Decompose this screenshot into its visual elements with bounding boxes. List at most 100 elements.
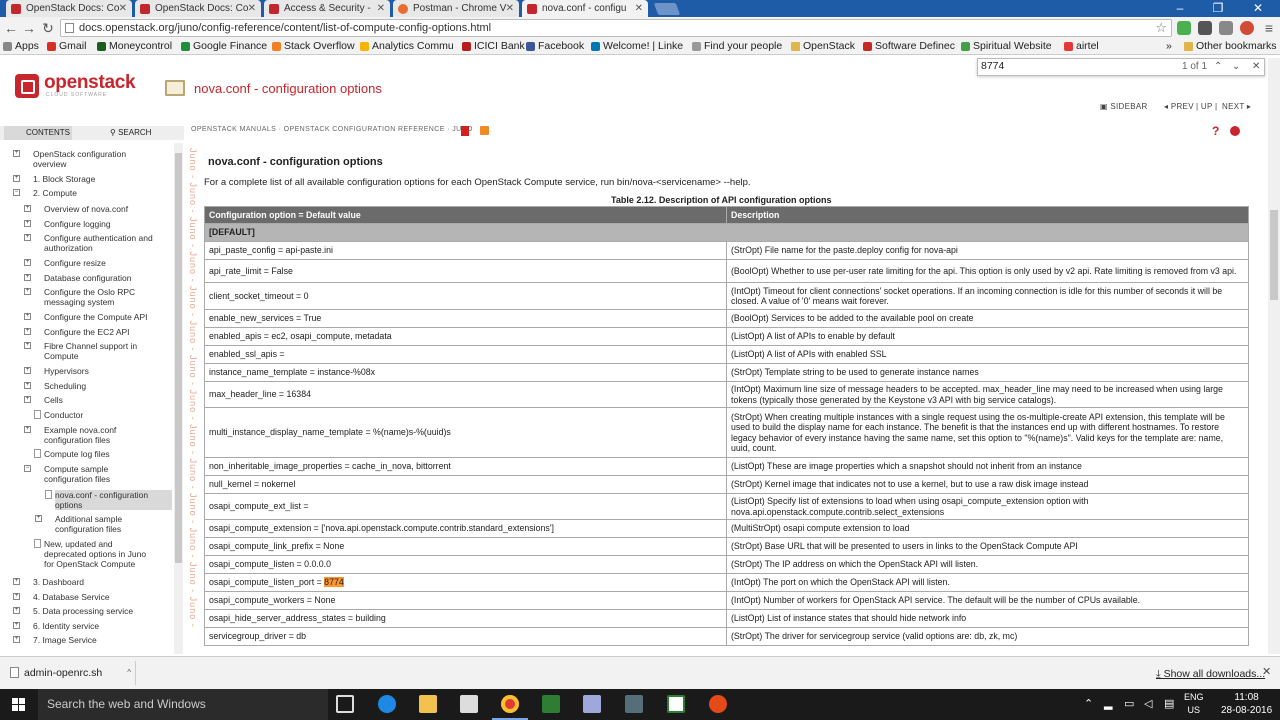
download-item[interactable]: admin-openrc.sh ^ bbox=[6, 661, 136, 685]
sidebar-item[interactable]: + Fibre Channel support in Compute bbox=[24, 341, 172, 361]
find-input[interactable]: 8774 bbox=[981, 60, 1004, 72]
expand-icon[interactable]: + bbox=[24, 234, 31, 241]
sidebar-item[interactable]: − Compute sample configuration files bbox=[24, 464, 172, 484]
browser-tab[interactable]: nova.conf - configu ✕ bbox=[522, 0, 648, 17]
expand-icon[interactable]: + bbox=[24, 313, 31, 320]
bookmark-item[interactable]: OpenStack bbox=[791, 39, 855, 54]
page-scrollbar[interactable] bbox=[1268, 58, 1280, 654]
expand-icon[interactable]: + bbox=[24, 274, 31, 281]
taskbar-search-input[interactable]: Search the web and Windows bbox=[38, 689, 328, 720]
expand-icon[interactable]: + bbox=[13, 593, 20, 600]
network-icon[interactable]: ▂ bbox=[1104, 689, 1112, 720]
reload-button[interactable]: ↻ bbox=[39, 19, 57, 37]
expand-icon[interactable]: + bbox=[24, 426, 31, 433]
extension-icon[interactable] bbox=[1219, 21, 1233, 35]
sidebar-item[interactable]: + Scheduling bbox=[24, 381, 172, 391]
sidebar-item[interactable]: +7. Image Service bbox=[13, 635, 172, 645]
rss-icon[interactable] bbox=[480, 126, 489, 135]
page-scroll-thumb[interactable] bbox=[1270, 210, 1278, 300]
expand-icon[interactable]: + bbox=[13, 607, 20, 614]
menu-icon[interactable]: ≡ bbox=[1260, 19, 1278, 37]
virtualbox-icon[interactable] bbox=[583, 695, 601, 713]
sidebar-item[interactable]: +3. Dashboard bbox=[13, 577, 172, 587]
expand-icon[interactable]: + bbox=[13, 150, 20, 157]
sidebar-item[interactable]: nova.conf - configuration options bbox=[45, 490, 172, 510]
collapse-icon[interactable]: − bbox=[13, 189, 20, 196]
forward-button[interactable]: → bbox=[20, 19, 38, 37]
expand-icon[interactable]: + bbox=[24, 205, 31, 212]
browser-tab[interactable]: Postman - Chrome V ✕ bbox=[393, 0, 519, 17]
breadcrumb[interactable]: OPENSTACK MANUALS · OPENSTACK CONFIGURAT… bbox=[191, 126, 473, 133]
expand-icon[interactable]: + bbox=[13, 636, 20, 643]
sidebar-item[interactable]: + Configure the Oslo RPC messaging system bbox=[24, 287, 172, 307]
postman-icon[interactable] bbox=[709, 695, 727, 713]
sidebar-item[interactable]: Compute log files bbox=[34, 449, 172, 459]
expand-icon[interactable]: + bbox=[24, 288, 31, 295]
chrome-icon[interactable] bbox=[501, 695, 519, 713]
language-indicator[interactable]: ENG US bbox=[1184, 691, 1204, 717]
sidebar-item[interactable]: + OpenStack configuration overview bbox=[13, 149, 172, 169]
expand-icon[interactable]: + bbox=[24, 382, 31, 389]
bookmark-item[interactable]: Google Finance bbox=[181, 39, 267, 54]
bookmark-item[interactable]: Software Definec bbox=[863, 39, 955, 54]
taskbar-clock[interactable]: 11:08 28-08-2016 bbox=[1221, 691, 1272, 717]
action-center-icon[interactable]: ▤ bbox=[1164, 689, 1174, 720]
maximize-button[interactable]: ❐ bbox=[1198, 0, 1238, 17]
sidebar-item[interactable]: + Configure logging bbox=[24, 219, 172, 229]
sidebar-item[interactable]: + Database configuration bbox=[24, 273, 172, 283]
volume-icon[interactable]: ◁ bbox=[1144, 689, 1152, 720]
expand-icon[interactable]: + bbox=[24, 220, 31, 227]
expand-icon[interactable]: + bbox=[24, 342, 31, 349]
bookmark-item[interactable]: ICICI Bank bbox=[462, 39, 525, 54]
sidebar-toggle[interactable]: ▣ SIDEBAR bbox=[1100, 102, 1148, 111]
chevron-up-icon[interactable]: ^ bbox=[127, 661, 131, 685]
tab-close-icon[interactable]: ✕ bbox=[248, 0, 256, 17]
url-input[interactable]: docs.openstack.org/juno/config-reference… bbox=[60, 19, 1172, 37]
edge-browser-icon[interactable] bbox=[378, 695, 396, 713]
remote-desktop-icon[interactable] bbox=[625, 695, 643, 713]
expand-icon[interactable]: + bbox=[24, 396, 31, 403]
file-explorer-icon[interactable] bbox=[419, 695, 437, 713]
sidebar-item[interactable]: + Configure authentication and authorizati… bbox=[24, 233, 172, 253]
sidebar-item[interactable]: Conductor bbox=[34, 410, 172, 420]
close-window-button[interactable]: ✕ bbox=[1238, 0, 1278, 17]
browser-tab[interactable]: Access & Security - ✕ bbox=[264, 0, 390, 17]
task-view-icon[interactable] bbox=[336, 695, 354, 713]
sidebar-item[interactable]: New, updated and deprecated options in Ju… bbox=[34, 539, 172, 569]
expand-icon[interactable]: + bbox=[24, 328, 31, 335]
sidebar-item[interactable]: + Overview of nova.conf bbox=[24, 204, 172, 214]
sidebar-item[interactable]: + Hypervisors bbox=[24, 366, 172, 376]
bookmark-star-icon[interactable]: ☆ bbox=[1155, 20, 1167, 36]
sidebar-item[interactable]: + Configure resize bbox=[24, 258, 172, 268]
tab-close-icon[interactable]: ✕ bbox=[119, 0, 127, 17]
bookmark-item[interactable]: Apps bbox=[3, 39, 39, 54]
bookmark-item[interactable]: Moneycontrol bbox=[97, 39, 172, 54]
tab-close-icon[interactable]: ✕ bbox=[377, 0, 385, 17]
bookmark-item[interactable]: Spiritual Website bbox=[961, 39, 1052, 54]
windows-start-icon[interactable] bbox=[12, 698, 25, 711]
expand-icon[interactable]: + bbox=[13, 175, 20, 182]
help-icon[interactable]: ? bbox=[1212, 124, 1219, 138]
site-logo[interactable]: openstack bbox=[44, 72, 136, 94]
sidebar-item[interactable]: +6. Identity service bbox=[13, 621, 172, 631]
tab-search[interactable]: ⚲ SEARCH bbox=[88, 126, 151, 140]
bookmark-item[interactable]: airtel bbox=[1064, 39, 1099, 54]
find-next-icon[interactable]: ⌄ bbox=[1232, 59, 1240, 75]
openstack-logo-icon[interactable] bbox=[15, 74, 39, 98]
browser-tab[interactable]: OpenStack Docs: Co ✕ bbox=[135, 0, 261, 17]
other-bookmarks[interactable]: Other bookmarks bbox=[1184, 39, 1277, 54]
prev-link[interactable]: ◂ PREV bbox=[1164, 102, 1194, 111]
sidebar-item[interactable]: + Cells bbox=[24, 395, 172, 405]
bookmark-item[interactable]: Analytics Commu bbox=[360, 39, 454, 54]
new-tab-button[interactable] bbox=[653, 3, 681, 15]
bookmark-item[interactable]: Find your people bbox=[692, 39, 782, 54]
tray-chevron-icon[interactable]: ⌃ bbox=[1084, 689, 1093, 720]
notepad-icon[interactable] bbox=[667, 695, 685, 713]
expand-icon[interactable]: + bbox=[13, 622, 20, 629]
tab-close-icon[interactable]: ✕ bbox=[635, 0, 643, 17]
store-icon[interactable] bbox=[460, 695, 478, 713]
sidebar-item[interactable]: +4. Database Service bbox=[13, 592, 172, 602]
find-close-icon[interactable]: ✕ bbox=[1252, 59, 1260, 75]
downloads-close-icon[interactable]: ✕ bbox=[1262, 665, 1271, 678]
pdf-icon[interactable] bbox=[461, 126, 469, 136]
